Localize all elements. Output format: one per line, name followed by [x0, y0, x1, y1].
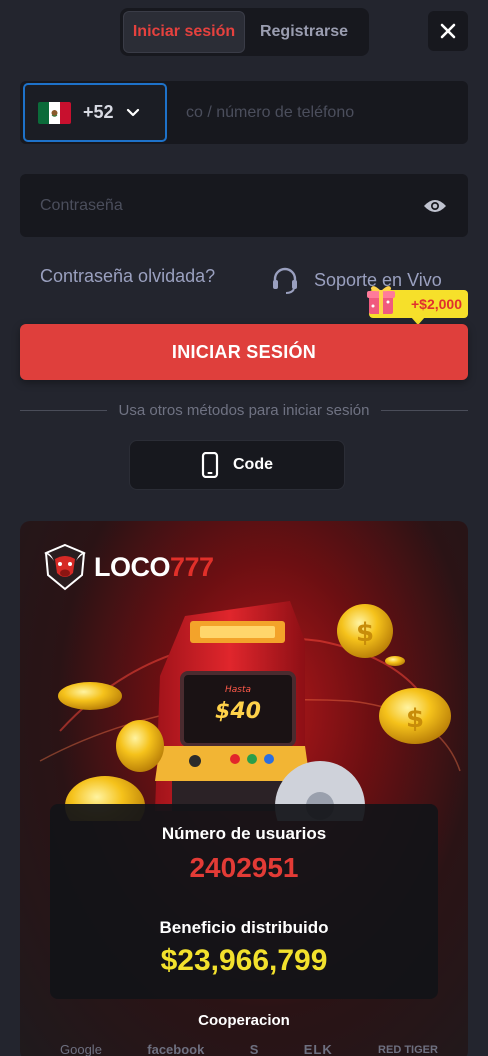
users-count-value: 2402951: [189, 852, 299, 883]
partner-logo: RED TIGER: [378, 1043, 438, 1056]
alt-methods-divider: Usa otros métodos para iniciar sesión: [20, 400, 469, 420]
machine-screen-small: Hasta: [225, 685, 251, 695]
tab-login[interactable]: Iniciar sesión: [123, 11, 245, 53]
partner-logo: Google: [60, 1042, 102, 1056]
phone-field-row: +52: [20, 81, 468, 144]
divider-line-right: [381, 409, 469, 411]
country-code-select[interactable]: +52: [23, 83, 167, 142]
close-button[interactable]: [428, 11, 468, 51]
cooperation-title: Cooperacion: [198, 1012, 290, 1029]
bonus-badge: +$2,000: [367, 286, 468, 325]
partner-logo: facebook: [147, 1042, 205, 1056]
benefit-distributed-value: $23,966,799: [160, 944, 328, 977]
benefit-distributed-label: Beneficio distribuido: [159, 918, 329, 937]
arcade-machine-illustration: Hasta $40 $ $: [39, 601, 461, 821]
machine-screen-amount: $40: [215, 699, 261, 724]
phone-number-input[interactable]: [170, 81, 466, 144]
brand-logo-text: LOCO777: [94, 551, 214, 582]
headset-icon: [273, 267, 297, 294]
mexico-flag-icon: [38, 101, 71, 124]
country-code-label: +52: [83, 102, 114, 122]
smartphone-icon: [201, 452, 219, 478]
alt-methods-label: Usa otros métodos para iniciar sesión: [118, 401, 370, 419]
tab-register[interactable]: Registrarse: [245, 11, 363, 53]
password-input[interactable]: [20, 174, 410, 237]
svg-text:$: $: [356, 618, 374, 648]
toggle-password-visibility-button[interactable]: [420, 191, 450, 221]
chevron-down-icon: [126, 108, 139, 116]
code-login-label: Code: [233, 456, 273, 473]
auth-tabs: Iniciar sesión Registrarse: [120, 8, 369, 56]
stats-panel: Número de usuarios 2402951 Beneficio dis…: [50, 804, 438, 999]
login-submit-button[interactable]: INICIAR SESIÓN: [20, 324, 468, 380]
forgot-password-link[interactable]: Contraseña olvidada?: [40, 266, 215, 287]
gift-icon: [367, 286, 395, 314]
code-login-button[interactable]: Code: [129, 440, 345, 490]
promo-banner: LOCO777 Hasta $40 $ $ Número de usuarios…: [20, 521, 468, 1056]
partner-logo: S: [249, 1042, 259, 1056]
bonus-amount: +$2,000: [411, 296, 462, 312]
partner-logo: ELK: [303, 1042, 333, 1056]
eye-icon: [424, 200, 446, 212]
divider-line-left: [20, 409, 107, 411]
partner-logos: Google facebook S ELK RED TIGER: [60, 1042, 438, 1056]
close-icon: [440, 23, 456, 39]
svg-text:$: $: [406, 704, 424, 734]
password-field-row: [20, 174, 468, 237]
users-count-label: Número de usuarios: [161, 824, 327, 843]
